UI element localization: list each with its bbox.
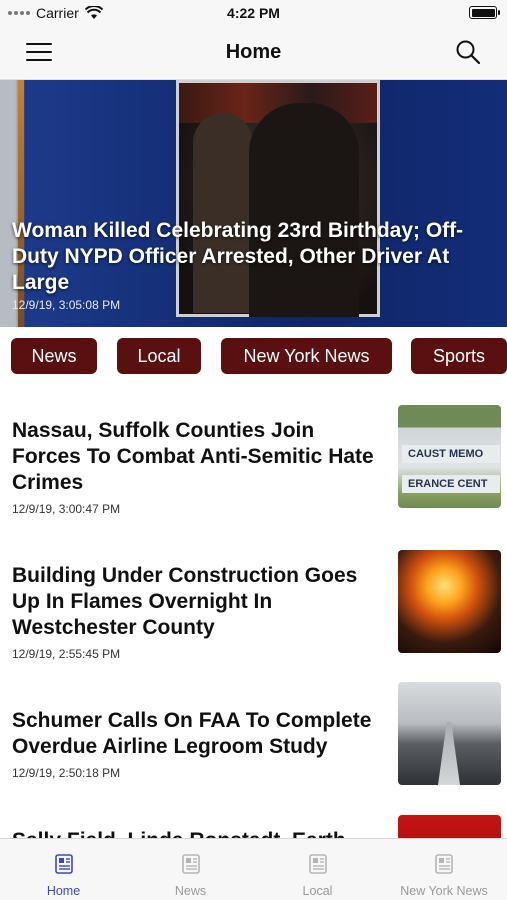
article-timestamp: 12/9/19, 3:00:47 PM [12,502,121,516]
newspaper-icon [308,854,327,874]
article-item[interactable]: Schumer Calls On FAA To Complete Overdue… [0,682,507,792]
article-thumbnail[interactable] [398,550,501,653]
tab-label: News [174,884,207,898]
tab-local[interactable]: Local [254,839,381,900]
tab-label: New York News [400,884,488,898]
tab-label: Local [302,884,333,898]
article-item[interactable]: Nassau, Suffolk Counties Join Forces To … [0,405,507,520]
search-icon[interactable] [455,39,481,65]
newspaper-icon [435,854,453,874]
status-time: 4:22 PM [227,5,280,21]
tab-news[interactable]: News [127,839,254,900]
thumbnail-sign-text: ERANCE CENT [402,475,500,493]
chip-sports[interactable]: Sports [411,338,507,374]
article-item[interactable]: Sally Field, Linda Ronstadt, Earth [0,815,507,838]
article-title[interactable]: Nassau, Suffolk Counties Join Forces To … [12,418,387,496]
status-bar: Carrier 4:22 PM [0,0,507,26]
article-thumbnail[interactable] [398,815,501,838]
hero-story[interactable]: Woman Killed Celebrating 23rd Birthday; … [0,80,507,327]
newspaper-icon [181,854,200,874]
tab-bar: Home News Local New York News [0,838,507,900]
chip-new-york-news[interactable]: New York News [221,338,392,374]
article-thumbnail[interactable]: CAUST MEMO ERANCE CENT [398,405,501,508]
page-title: Home [225,41,282,63]
tab-new-york-news[interactable]: New York News [381,839,507,900]
chip-local[interactable]: Local [117,338,201,374]
article-timestamp: 12/9/19, 2:50:18 PM [12,766,121,780]
article-title[interactable]: Schumer Calls On FAA To Complete Overdue… [12,708,387,760]
navigation-bar: Home [0,26,507,80]
article-thumbnail[interactable] [398,682,501,785]
category-chips: News Local New York News Sports [0,338,507,374]
article-timestamp: 12/9/19, 2:55:45 PM [12,647,121,661]
tab-home[interactable]: Home [0,839,127,900]
article-title[interactable]: Building Under Construction Goes Up In F… [12,563,387,641]
article-item[interactable]: Building Under Construction Goes Up In F… [0,550,507,665]
chip-news[interactable]: News [11,338,97,374]
hero-timestamp: 12/9/19, 3:05:08 PM [12,298,121,312]
tab-label: Home [46,884,81,898]
battery-icon [469,6,500,19]
hero-title[interactable]: Woman Killed Celebrating 23rd Birthday; … [12,218,497,296]
article-title[interactable]: Sally Field, Linda Ronstadt, Earth [12,828,387,838]
newspaper-icon [54,854,73,874]
thumbnail-sign-text: CAUST MEMO [402,445,500,463]
